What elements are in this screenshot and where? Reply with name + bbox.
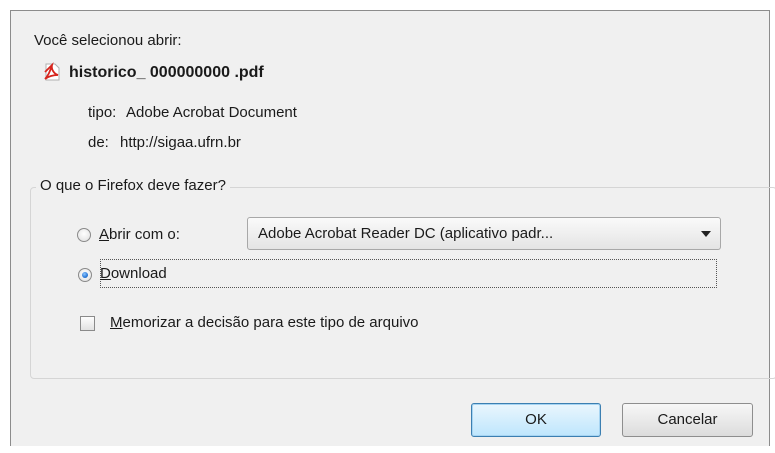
app-select[interactable]: Adobe Acrobat Reader DC (aplicativo padr… xyxy=(247,217,721,250)
remember-checkbox[interactable] xyxy=(80,316,95,331)
cancel-button[interactable]: Cancelar xyxy=(622,403,753,437)
file-name: historico_ 000000000 .pdf xyxy=(69,64,264,81)
open-with-accel: A xyxy=(99,226,110,243)
remember-accel: M xyxy=(110,314,123,331)
from-label: de: xyxy=(88,134,109,151)
remember-rest: emorizar a decisão para este tipo de arq… xyxy=(122,314,419,331)
chevron-down-icon xyxy=(701,231,711,237)
group-legend: O que o Firefox deve fazer? xyxy=(36,177,230,195)
download-label[interactable]: Download xyxy=(100,265,167,283)
type-value: Adobe Acrobat Document xyxy=(126,104,297,121)
remember-label[interactable]: Memorizar a decisão para este tipo de ar… xyxy=(110,314,419,332)
open-with-radio[interactable] xyxy=(77,228,91,242)
type-label: tipo: xyxy=(88,104,117,121)
download-rest: ownload xyxy=(110,265,167,282)
from-value: http://sigaa.ufrn.br xyxy=(120,134,241,151)
ok-button[interactable]: OK xyxy=(471,403,601,437)
open-with-label[interactable]: Abrir com o: xyxy=(99,226,180,244)
app-select-value: Adobe Acrobat Reader DC (aplicativo padr… xyxy=(258,225,554,242)
download-radio[interactable] xyxy=(78,268,92,282)
download-focus-outline xyxy=(100,259,717,288)
download-accel: D xyxy=(100,265,111,282)
intro-text: Você selecionou abrir: xyxy=(34,32,182,49)
pdf-file-icon xyxy=(44,62,60,81)
open-with-rest: brir com o: xyxy=(109,226,180,243)
